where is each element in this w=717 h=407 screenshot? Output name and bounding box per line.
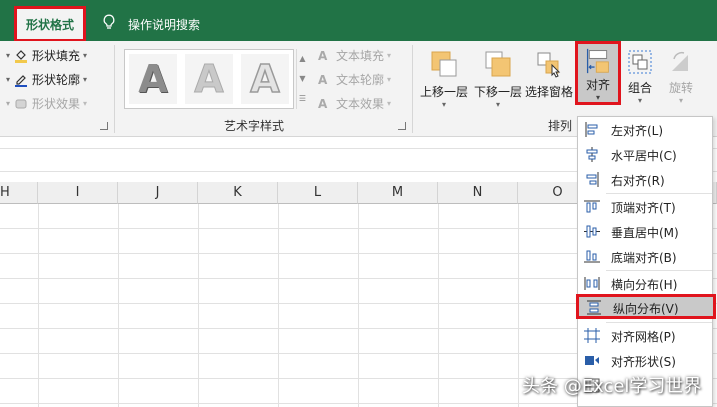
menu-item-label: 横向分布(H) — [611, 278, 678, 292]
wordart-style-3[interactable]: A — [241, 54, 289, 104]
shape-fill-label: 形状填充 — [32, 49, 81, 63]
column-header-m[interactable]: M — [358, 182, 438, 204]
bring-forward-button[interactable]: 上移一层 ▾ — [418, 45, 470, 109]
selection-pane-button[interactable]: 选择窗格 — [524, 45, 574, 109]
menu-item-label: 底端对齐(B) — [611, 251, 677, 265]
wordart-gallery-scroll[interactable]: ▲ ▼ ☰ — [296, 49, 308, 109]
snap-to-shape-icon — [585, 356, 599, 365]
title-bar: 形状格式 操作说明搜索 — [0, 0, 717, 42]
align-top-icon — [584, 200, 600, 213]
text-effects-icon: A — [318, 96, 328, 111]
shape-styles-launcher[interactable] — [100, 122, 108, 130]
align-button[interactable]: 对齐 ▾ — [575, 41, 621, 105]
distribute-vertical-icon — [587, 300, 601, 315]
selection-pane-label: 选择窗格 — [524, 85, 573, 99]
menu-item-distribute-horizontally[interactable]: 横向分布(H) — [578, 271, 712, 296]
menu-item-align-center[interactable]: 水平居中(C) — [578, 142, 712, 167]
chevron-down-icon: ▾ — [637, 96, 642, 105]
bring-forward-label: 上移一层 — [419, 85, 468, 99]
menu-item-label: 水平居中(C) — [611, 149, 677, 163]
menu-item-align-bottom[interactable]: 底端对齐(B) — [578, 244, 712, 269]
align-middle-icon — [584, 225, 600, 238]
text-outline-button[interactable]: A 文本轮廓 ▾ — [318, 71, 391, 88]
bring-forward-icon — [431, 51, 457, 77]
text-fill-label: 文本填充 — [336, 49, 385, 63]
scroll-up-icon[interactable]: ▲ — [297, 49, 308, 69]
menu-item-label: 垂直居中(M) — [611, 226, 679, 240]
menu-item-snap-to-grid[interactable]: 对齐网格(P) — [578, 323, 712, 348]
shape-outline-button[interactable]: ▾ 形状轮廓 ▾ — [6, 71, 87, 88]
shape-effects-button[interactable]: ▾ 形状效果 ▾ — [6, 95, 87, 112]
distribute-horizontal-icon — [584, 277, 600, 290]
ribbon-separator — [412, 45, 413, 133]
menu-item-label: 对齐网格(P) — [611, 330, 676, 344]
column-header-k[interactable]: K — [198, 182, 278, 204]
column-header-n[interactable]: N — [438, 182, 518, 204]
arrange-group-label: 排列 — [548, 119, 573, 133]
menu-item-distribute-vertically[interactable]: 纵向分布(V) — [576, 294, 716, 319]
pen-icon — [15, 74, 28, 87]
column-header-l[interactable]: L — [278, 182, 358, 204]
group-objects-icon — [628, 50, 652, 74]
send-backward-icon — [485, 51, 511, 77]
menu-item-label: 右对齐(R) — [611, 174, 665, 188]
menu-item-align-left[interactable]: 左对齐(L) — [578, 117, 712, 142]
text-outline-icon: A — [318, 72, 328, 87]
menu-item-label: 纵向分布(V) — [613, 302, 679, 316]
menu-item-align-right[interactable]: 右对齐(R) — [578, 167, 712, 192]
text-outline-label: 文本轮廓 — [336, 73, 385, 87]
rotate-icon — [672, 51, 688, 71]
menu-item-label: 左对齐(L) — [611, 124, 664, 138]
column-header-i[interactable]: I — [38, 182, 118, 204]
watermark: 头条 @Excel学习世界 — [522, 376, 702, 397]
menu-item-label: 顶端对齐(T) — [611, 201, 676, 215]
chevron-down-icon: ▾ — [595, 93, 600, 102]
chevron-down-icon: ▾ — [441, 100, 446, 109]
align-icon — [586, 48, 609, 74]
align-bottom-icon — [584, 250, 600, 263]
tell-me-search[interactable]: 操作说明搜索 — [128, 16, 200, 33]
align-right-icon — [586, 172, 599, 187]
column-header-h[interactable]: H — [0, 182, 38, 204]
ribbon-separator — [114, 45, 115, 133]
menu-item-snap-to-shape[interactable]: 对齐形状(S) — [578, 348, 712, 373]
align-center-icon — [586, 147, 598, 162]
chevron-down-icon: ▾ — [495, 100, 500, 109]
menu-item-align-top[interactable]: 顶端对齐(T) — [578, 194, 712, 219]
text-fill-icon: A — [318, 48, 328, 63]
lightbulb-icon — [103, 14, 115, 29]
text-effects-label: 文本效果 — [336, 97, 385, 111]
align-dropdown-menu: 左对齐(L) 水平居中(C) 右对齐(R) 顶端对齐(T) 垂直居中(M) 底端… — [576, 116, 716, 407]
align-left-icon — [585, 122, 598, 137]
shape-effects-icon — [15, 99, 27, 108]
column-header-j[interactable]: J — [118, 182, 198, 204]
wordart-style-1[interactable]: A — [129, 54, 177, 104]
chevron-down-icon: ▾ — [678, 96, 683, 105]
tab-shape-format[interactable]: 形状格式 — [14, 6, 86, 42]
wordart-group-label: 艺术字样式 — [224, 119, 285, 133]
align-label: 对齐 — [585, 78, 610, 92]
text-fill-button[interactable]: A 文本填充 ▾ — [318, 47, 391, 64]
rotate-label: 旋转 — [668, 81, 693, 95]
group-label: 组合 — [627, 81, 652, 95]
wordart-gallery: A A A — [124, 49, 294, 109]
group-button[interactable]: 组合 ▾ — [626, 45, 654, 109]
send-backward-button[interactable]: 下移一层 ▾ — [472, 45, 524, 109]
scroll-down-icon[interactable]: ▼ — [297, 69, 308, 89]
send-backward-label: 下移一层 — [473, 85, 522, 99]
menu-item-label: 对齐形状(S) — [611, 355, 676, 369]
text-effects-button[interactable]: A 文本效果 ▾ — [318, 95, 391, 112]
shape-effects-label: 形状效果 — [32, 97, 81, 111]
shape-fill-button[interactable]: ▾ 形状填充 ▾ — [6, 47, 87, 64]
wordart-styles-launcher[interactable] — [398, 122, 406, 130]
shape-outline-label: 形状轮廓 — [32, 73, 81, 87]
selection-pane-icon — [537, 52, 561, 78]
rotate-button[interactable]: 旋转 ▾ — [660, 45, 702, 109]
gallery-more-icon[interactable]: ☰ — [297, 89, 308, 109]
wordart-style-2[interactable]: A — [185, 54, 233, 104]
paint-bucket-icon — [15, 49, 28, 63]
snap-to-grid-icon — [584, 328, 600, 343]
menu-item-align-middle[interactable]: 垂直居中(M) — [578, 219, 712, 244]
